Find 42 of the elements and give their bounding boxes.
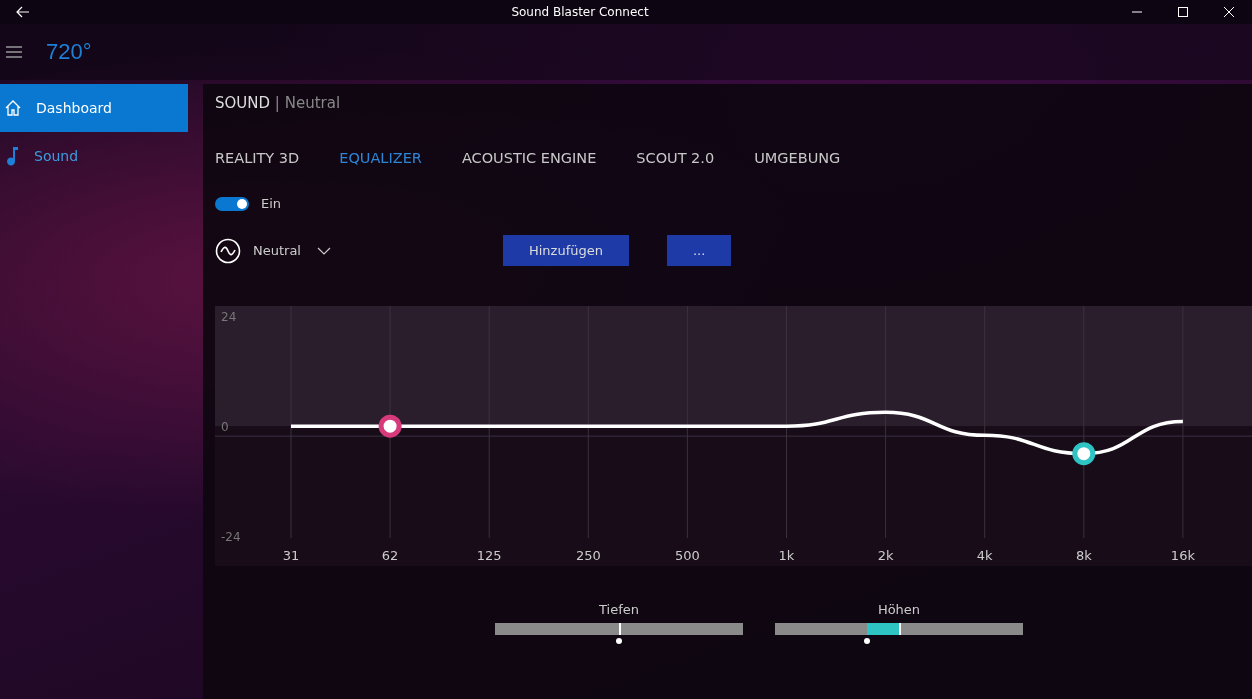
slider-label: Tiefen <box>599 602 639 617</box>
toggle-switch[interactable] <box>215 196 249 211</box>
tab[interactable]: EQUALIZER <box>339 150 422 166</box>
home-icon <box>4 99 22 117</box>
chevron-down-icon[interactable] <box>317 246 331 255</box>
maximize-icon <box>1178 7 1188 17</box>
axis-tick-label: 1k <box>778 548 795 563</box>
axis-tick-label: 31 <box>282 548 300 563</box>
axis-tick-label: 2k <box>877 548 894 563</box>
axis-tick-label: 125 <box>476 548 502 563</box>
close-icon <box>1224 7 1234 17</box>
axis-tick-label: 250 <box>575 548 601 563</box>
axis-tick-label: 4k <box>976 548 993 563</box>
music-note-icon <box>4 146 20 166</box>
axis-tick-label: 8k <box>1075 548 1092 563</box>
axis-tick-label: 500 <box>675 548 700 563</box>
back-arrow-icon <box>16 6 30 18</box>
preset-dropdown[interactable]: Neutral <box>253 243 301 258</box>
slider-label: Höhen <box>877 602 921 617</box>
more-button[interactable]: ... <box>667 235 732 266</box>
add-button[interactable]: Hinzufügen <box>503 235 629 266</box>
logo-text: 720° <box>46 39 92 65</box>
tab[interactable]: UMGEBUNG <box>754 150 841 166</box>
axis-tick-label: 16k <box>1170 548 1195 563</box>
slider-thumb[interactable] <box>616 638 622 644</box>
axis-tick-label: -24 <box>221 530 241 545</box>
toggle-label: Ein <box>261 196 282 211</box>
eq-handle[interactable] <box>378 414 402 438</box>
menu-icon[interactable] <box>6 46 22 58</box>
slider-thumb[interactable] <box>863 638 870 644</box>
section-title: SOUND | Neutral <box>215 94 342 114</box>
wave-icon <box>215 237 241 264</box>
axis-tick-label: 62 <box>381 548 399 563</box>
axis-tick-label: 24 <box>221 310 237 325</box>
tab[interactable]: ACOUSTIC ENGINE <box>461 150 597 166</box>
axis-tick-label: 0 <box>221 420 229 435</box>
tab[interactable]: SCOUT 2.0 <box>636 150 715 166</box>
window-title: Sound Blaster Connect <box>511 5 649 19</box>
eq-handle[interactable] <box>1072 442 1096 466</box>
sidebar-item[interactable]: Dashboard <box>0 84 188 132</box>
tab[interactable]: REALITY 3D <box>215 150 300 166</box>
sidebar-item[interactable]: Sound <box>0 132 188 180</box>
